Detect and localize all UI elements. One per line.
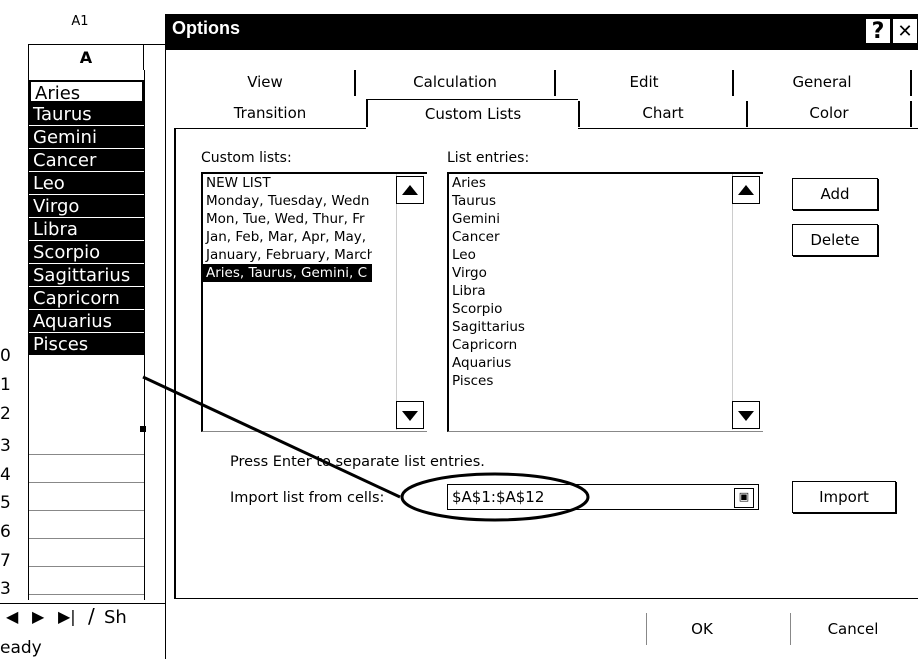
annotation-overlay <box>142 375 590 522</box>
callout-line <box>142 375 401 499</box>
highlight-ellipse <box>400 472 590 522</box>
